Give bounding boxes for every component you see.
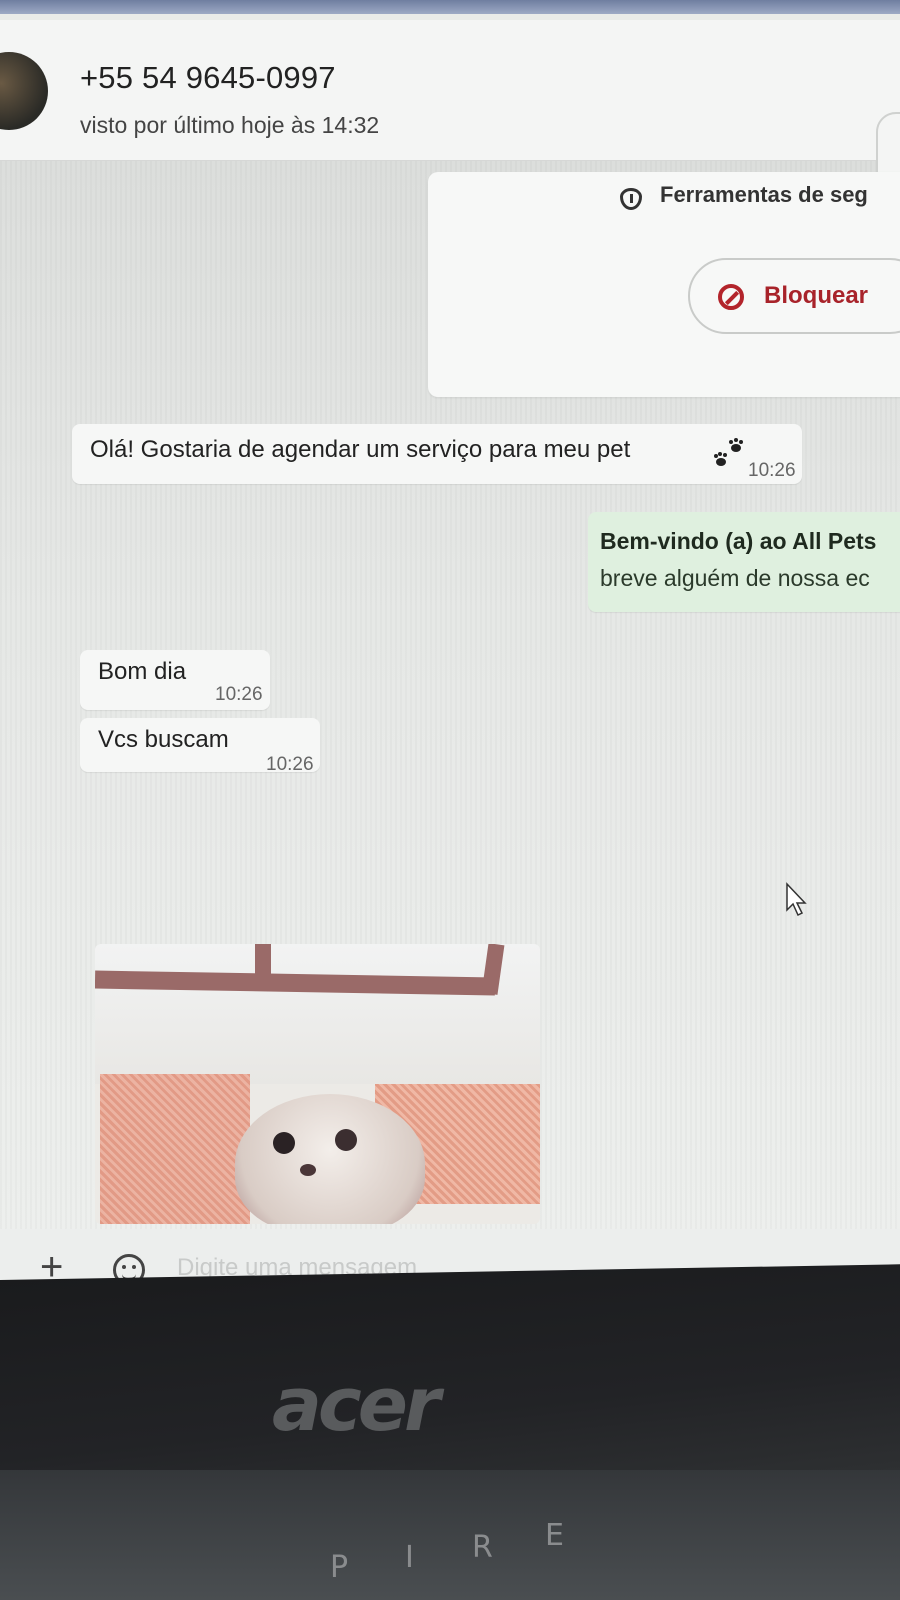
- photo-dog-eye: [335, 1129, 357, 1151]
- keyboard-area: P I R E: [0, 1470, 900, 1600]
- message-bubble-incoming[interactable]: Olá! Gostaria de agendar um serviço para…: [72, 424, 802, 484]
- message-text: Vcs buscam: [98, 726, 229, 753]
- message-text-line2: breve alguém de nossa ec: [600, 565, 870, 591]
- photo-frame-post: [255, 944, 271, 984]
- contact-avatar[interactable]: [0, 52, 48, 130]
- photo-dog-nose: [300, 1164, 316, 1176]
- security-card: Ferramentas de seg Bloquear: [428, 172, 900, 397]
- message-time: 10:26: [215, 684, 263, 705]
- block-button[interactable]: Bloquear: [688, 258, 900, 334]
- laptop-brand-logo: acer: [272, 1362, 440, 1448]
- security-tools-link[interactable]: Ferramentas de seg: [660, 182, 868, 208]
- screen: +55 54 9645-0997 visto por último hoje à…: [0, 14, 900, 1344]
- photo-dog: [235, 1094, 425, 1224]
- block-button-label: Bloquear: [764, 282, 869, 309]
- block-icon: [718, 284, 744, 310]
- shield-icon: [620, 188, 642, 210]
- key-label: E: [545, 1518, 564, 1553]
- message-time: 10:26: [748, 460, 796, 481]
- message-bubble-incoming[interactable]: Vcs buscam 10:26: [80, 718, 320, 775]
- key-label: I: [405, 1540, 414, 1575]
- message-text: Bom dia: [98, 658, 187, 685]
- paw-prints-icon: [714, 438, 743, 466]
- message-text: Olá! Gostaria de agendar um serviço para…: [90, 436, 631, 463]
- image-message-dog-photo[interactable]: [95, 944, 540, 1224]
- photo-wall: [95, 944, 540, 1084]
- photo-rug-left: [100, 1074, 250, 1224]
- chat-header[interactable]: +55 54 9645-0997 visto por último hoje à…: [0, 20, 900, 196]
- message-time: 10:26: [266, 754, 314, 775]
- message-bubble-incoming[interactable]: Bom dia 10:26: [80, 650, 270, 710]
- key-label: P: [330, 1550, 349, 1585]
- mouse-cursor-icon: [786, 882, 807, 917]
- message-bubble-outgoing[interactable]: Bem-vindo (a) ao All Pets breve alguém d…: [588, 512, 900, 612]
- last-seen-status: visto por último hoje às 14:32: [80, 112, 380, 138]
- contact-name[interactable]: +55 54 9645-0997: [80, 60, 336, 96]
- message-text-line1: Bem-vindo (a) ao All Pets: [600, 528, 877, 554]
- key-label: R: [472, 1530, 493, 1565]
- photo-dog-eye: [273, 1132, 295, 1154]
